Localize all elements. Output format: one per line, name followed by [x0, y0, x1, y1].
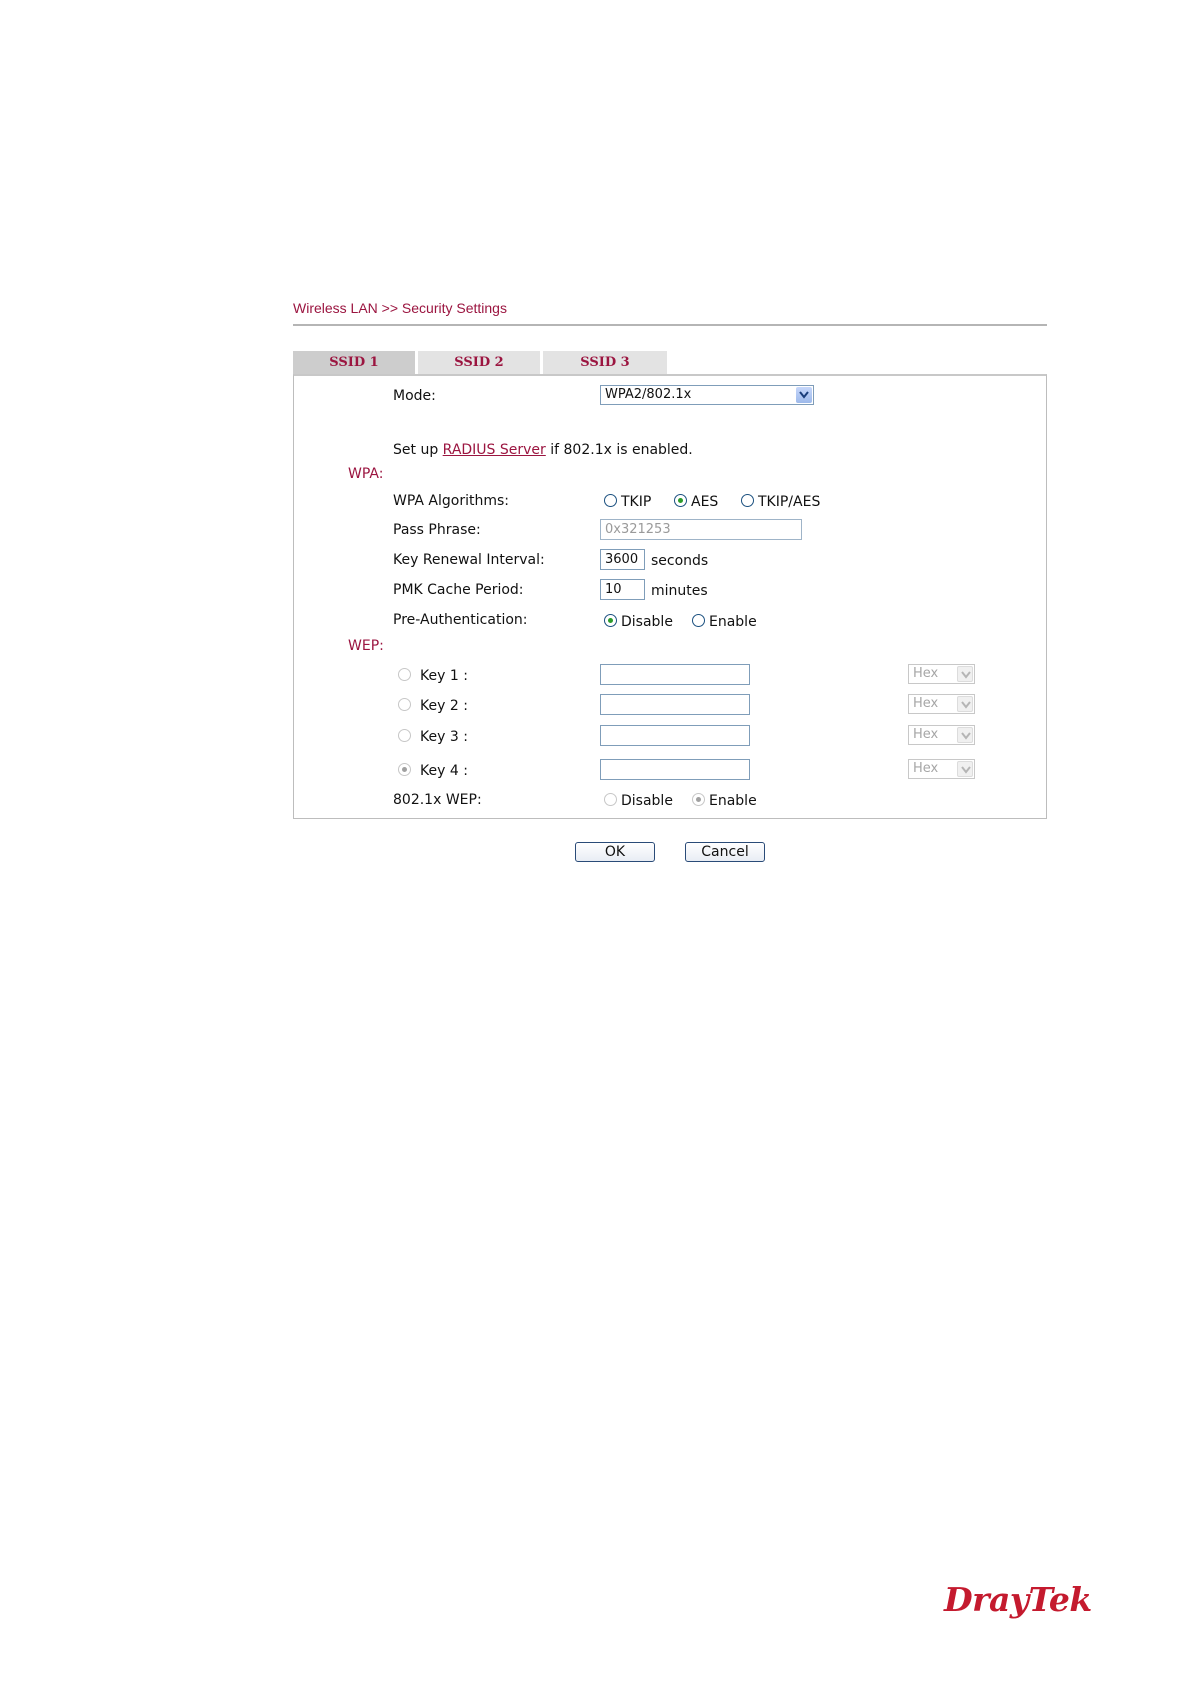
- breadcrumb-divider: [293, 324, 1047, 326]
- breadcrumb: Wireless LAN >> Security Settings: [293, 300, 507, 316]
- radio-icon[interactable]: [398, 668, 411, 681]
- draytek-logo: DrayTek: [944, 1580, 1092, 1619]
- dot1x-wep-disable-label: Disable: [621, 793, 673, 809]
- wep-key-2-input[interactable]: [600, 694, 750, 715]
- tab-ssid-1[interactable]: SSID 1: [293, 351, 415, 374]
- wep-key-3-label: Key 3 :: [420, 729, 468, 745]
- pass-phrase-input[interactable]: 0x321253: [600, 519, 802, 540]
- mode-label: Mode:: [393, 388, 436, 404]
- radio-icon[interactable]: [674, 494, 687, 507]
- pmk-cache-unit: minutes: [651, 583, 708, 599]
- chevron-down-icon: [957, 696, 973, 712]
- radio-icon[interactable]: [398, 698, 411, 711]
- wep-key-4-input[interactable]: [600, 759, 750, 780]
- pre-auth-label: Pre-Authentication:: [393, 612, 528, 628]
- wpa-algorithms-label: WPA Algorithms:: [393, 493, 509, 509]
- wep-key-1-format-select[interactable]: Hex: [908, 664, 975, 684]
- wep-key-2-format-value: Hex: [913, 696, 939, 711]
- wep-key-4-format-value: Hex: [913, 761, 939, 776]
- pass-phrase-label: Pass Phrase:: [393, 522, 481, 538]
- chevron-down-icon: [796, 387, 812, 403]
- wpa-heading: WPA:: [348, 466, 384, 482]
- tkip-option-label: TKIP: [621, 494, 652, 510]
- radio-icon[interactable]: [741, 494, 754, 507]
- radio-icon[interactable]: [604, 614, 617, 627]
- chevron-down-icon: [957, 727, 973, 743]
- wep-key-1-label: Key 1 :: [420, 668, 468, 684]
- dot1x-wep-enable-label: Enable: [709, 793, 757, 809]
- key-renewal-label: Key Renewal Interval:: [393, 552, 545, 568]
- mode-value: WPA2/802.1x: [605, 387, 692, 402]
- wep-key-3-format-value: Hex: [913, 727, 939, 742]
- aes-option-label: AES: [691, 494, 719, 510]
- chevron-down-icon: [957, 666, 973, 682]
- radio-icon[interactable]: [692, 793, 705, 806]
- key-renewal-unit: seconds: [651, 553, 709, 569]
- radius-server-link[interactable]: RADIUS Server: [443, 442, 546, 458]
- cancel-button[interactable]: Cancel: [685, 842, 765, 862]
- radio-icon[interactable]: [398, 763, 411, 776]
- radio-icon[interactable]: [692, 614, 705, 627]
- key-renewal-input[interactable]: 3600: [600, 549, 645, 570]
- mode-select[interactable]: WPA2/802.1x: [600, 385, 814, 405]
- wep-key-4-format-select[interactable]: Hex: [908, 759, 975, 779]
- wep-key-1-input[interactable]: [600, 664, 750, 685]
- pre-auth-enable-label: Enable: [709, 614, 757, 630]
- pmk-cache-label: PMK Cache Period:: [393, 582, 524, 598]
- wep-key-1-format-value: Hex: [913, 666, 939, 681]
- wep-key-2-format-select[interactable]: Hex: [908, 694, 975, 714]
- tkip-aes-option-label: TKIP/AES: [758, 494, 821, 510]
- dot1x-wep-label: 802.1x WEP:: [393, 792, 482, 808]
- radio-icon[interactable]: [604, 494, 617, 507]
- wep-key-3-format-select[interactable]: Hex: [908, 725, 975, 745]
- wep-key-3-input[interactable]: [600, 725, 750, 746]
- pre-auth-disable-label: Disable: [621, 614, 673, 630]
- radio-icon[interactable]: [398, 729, 411, 742]
- radius-note: Set up RADIUS Server if 802.1x is enable…: [393, 442, 693, 458]
- tab-ssid-2[interactable]: SSID 2: [418, 351, 540, 374]
- radio-icon[interactable]: [604, 793, 617, 806]
- tab-ssid-3[interactable]: SSID 3: [543, 351, 667, 374]
- radius-note-prefix: Set up: [393, 442, 439, 458]
- wep-key-4-label: Key 4 :: [420, 763, 468, 779]
- pmk-cache-input[interactable]: 10: [600, 579, 645, 600]
- radius-note-suffix: if 802.1x is enabled.: [550, 442, 693, 458]
- chevron-down-icon: [957, 761, 973, 777]
- ok-button[interactable]: OK: [575, 842, 655, 862]
- wep-key-2-label: Key 2 :: [420, 698, 468, 714]
- wep-heading: WEP:: [348, 638, 384, 654]
